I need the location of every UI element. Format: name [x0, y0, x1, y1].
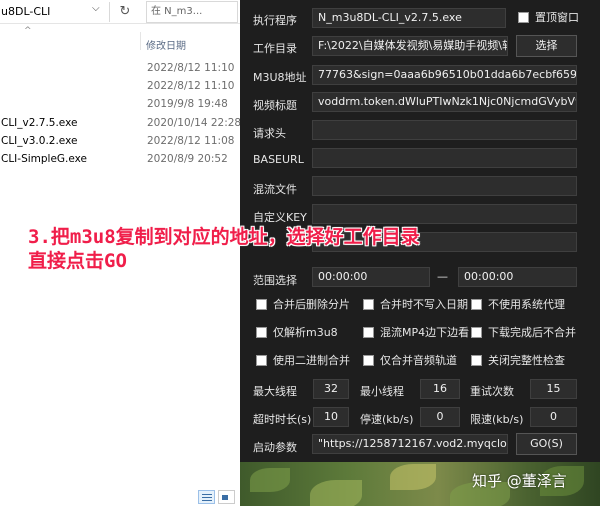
exec-label: 执行程序 [253, 14, 297, 27]
date-column-header[interactable]: 修改日期 [146, 37, 186, 52]
stop-speed-label: 停速(kb/s) [360, 413, 414, 426]
option-checkbox[interactable]: 仅解析m3u8 [256, 326, 338, 340]
min-threads-input[interactable]: 16 [420, 379, 460, 399]
option-label: 混流MP4边下边看 [380, 326, 470, 339]
mux-label: 混流文件 [253, 183, 297, 196]
go-button[interactable]: GO(S) [516, 433, 577, 455]
file-row[interactable]: CLI_v2.7.5.exe 2020/10/14 22:28 [0, 114, 242, 132]
checkbox-box[interactable] [518, 12, 529, 23]
file-row[interactable]: CLI-SimpleG.exe 2020/8/9 20:52 [0, 150, 240, 168]
divider [109, 2, 110, 22]
topmost-label: 置顶窗口 [535, 11, 579, 24]
leaf-decoration [310, 480, 362, 506]
option-checkbox[interactable]: 不使用系统代理 [471, 298, 565, 312]
topmost-checkbox[interactable]: 置顶窗口 [518, 11, 579, 25]
header-input[interactable] [312, 120, 577, 140]
timeout-input[interactable]: 10 [313, 407, 349, 427]
file-row[interactable]: CLI_v3.0.2.exe 2022/8/12 11:08 [0, 132, 240, 150]
workdir-label: 工作目录 [253, 42, 297, 55]
header-label: 请求头 [253, 127, 286, 140]
launch-args-input[interactable]: "https://1258712167.vod2.myqcloud.com [312, 434, 508, 454]
range-end-input[interactable]: 00:00:00 [458, 267, 577, 287]
option-label: 合并后删除分片 [273, 298, 350, 311]
refresh-icon[interactable]: ↻ [116, 2, 134, 22]
range-start-input[interactable]: 00:00:00 [312, 267, 430, 287]
file-date: 2022/8/12 11:08 [147, 135, 235, 147]
limit-speed-input[interactable]: 0 [530, 407, 577, 427]
custom-key-input[interactable] [312, 204, 577, 224]
checkbox-box[interactable] [363, 299, 374, 310]
stop-speed-input[interactable]: 0 [420, 407, 460, 427]
range-label: 范围选择 [253, 274, 297, 287]
large-icons-view-icon[interactable] [218, 490, 235, 504]
details-view-icon[interactable] [198, 490, 215, 504]
file-name: CLI_v3.0.2.exe [1, 135, 78, 147]
option-label: 关闭完整性检查 [488, 354, 565, 367]
annotation-line-1: 3.把m3u8复制到对应的地址，选择好工作目录 [28, 226, 420, 248]
file-date: 2022/8/12 11:10 [147, 80, 235, 92]
baseurl-label: BASEURL [253, 153, 304, 166]
launch-label: 启动参数 [253, 441, 297, 454]
column-divider[interactable] [140, 32, 141, 50]
exec-select[interactable]: N_m3u8DL-CLI_v2.7.5.exe [312, 8, 506, 28]
file-date: 2022/8/12 11:10 [147, 62, 235, 74]
retry-label: 重试次数 [470, 385, 514, 398]
m3u8-url-input[interactable]: 77763&sign=0aaa6b96510b01dda6b7ecbf65925… [312, 65, 577, 85]
checkbox-box[interactable] [363, 327, 374, 338]
option-label: 仅解析m3u8 [273, 326, 338, 339]
file-row[interactable]: 2019/9/8 19:48 [0, 95, 240, 113]
file-row[interactable]: 2022/8/12 11:10 [0, 77, 240, 95]
file-date: 2020/10/14 22:28 [147, 117, 242, 129]
file-row[interactable]: 2022/8/12 11:10 [0, 59, 240, 77]
screenshot-root: u8DL-CLI ⌵ ↻ 在 N_m3... ^ 修改日期 2022/8/12 … [0, 0, 600, 506]
file-name: CLI-SimpleG.exe [1, 153, 88, 165]
file-date: 2020/8/9 20:52 [147, 153, 228, 165]
chevron-down-icon[interactable]: ⌵ [92, 3, 100, 14]
file-date: 2019/9/8 19:48 [147, 98, 228, 110]
option-checkbox[interactable]: 使用二进制合并 [256, 354, 350, 368]
min-threads-label: 最小线程 [360, 385, 404, 398]
explorer-toolbar: u8DL-CLI ⌵ ↻ 在 N_m3... [0, 0, 240, 24]
search-input[interactable]: 在 N_m3... [146, 1, 238, 23]
watermark: 知乎 @董泽言 [472, 472, 567, 490]
option-label: 不使用系统代理 [488, 298, 565, 311]
baseurl-input[interactable] [312, 148, 577, 168]
option-checkbox[interactable]: 混流MP4边下边看 [363, 326, 469, 340]
range-dash: — [437, 270, 448, 283]
mux-input[interactable] [312, 176, 577, 196]
option-checkbox[interactable]: 仅合并音频轨道 [363, 354, 457, 368]
option-label: 仅合并音频轨道 [380, 354, 457, 367]
leaf-decoration [390, 464, 436, 490]
video-title-input[interactable]: voddrm.token.dWluPTIwNzk1Njc0NjcmdGVybV9… [312, 92, 577, 112]
option-checkbox[interactable]: 合并后删除分片 [256, 298, 350, 312]
title-label: 视频标题 [253, 99, 297, 112]
option-checkbox[interactable]: 合并时不写入日期 [363, 298, 468, 312]
option-checkbox[interactable]: 关闭完整性检查 [471, 354, 565, 368]
option-label: 合并时不写入日期 [380, 298, 468, 311]
checkbox-box[interactable] [471, 327, 482, 338]
checkbox-box[interactable] [256, 355, 267, 366]
limit-speed-label: 限速(kb/s) [470, 413, 524, 426]
annotation-line-2: 直接点击GO [28, 250, 127, 272]
checkbox-box[interactable] [256, 327, 267, 338]
workdir-input[interactable]: F:\2022\自媒体发视频\易媒助手视频\软件 [312, 36, 508, 56]
max-threads-input[interactable]: 32 [313, 379, 349, 399]
checkbox-box[interactable] [256, 299, 267, 310]
option-checkbox[interactable]: 下载完成后不合并 [471, 326, 576, 340]
checkbox-box[interactable] [363, 355, 374, 366]
checkbox-box[interactable] [471, 355, 482, 366]
file-name: CLI_v2.7.5.exe [1, 117, 78, 129]
option-label: 使用二进制合并 [273, 354, 350, 367]
leaf-decoration [250, 468, 290, 492]
max-threads-label: 最大线程 [253, 385, 297, 398]
url-label: M3U8地址 [253, 71, 307, 84]
sort-up-icon: ^ [24, 26, 32, 36]
retry-input[interactable]: 15 [530, 379, 577, 399]
checkbox-box[interactable] [471, 299, 482, 310]
option-label: 下载完成后不合并 [488, 326, 576, 339]
choose-button[interactable]: 选择 [516, 35, 577, 57]
timeout-label: 超时时长(s) [253, 413, 312, 426]
